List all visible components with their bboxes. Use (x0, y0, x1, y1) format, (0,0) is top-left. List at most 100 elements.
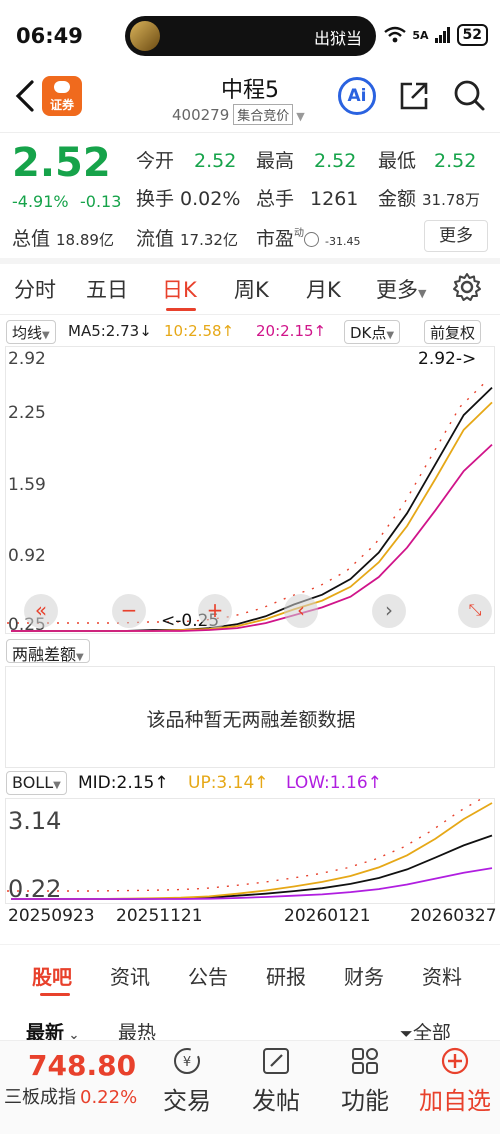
dk-point-selector[interactable]: DK点▼ (344, 320, 401, 344)
pe-dynamic-tag: 动 (294, 228, 305, 239)
ma-selector-label: 均线 (12, 324, 43, 342)
caret-down-icon: ▼ (53, 780, 61, 791)
high-cell: 最高 2.52 (256, 146, 356, 173)
trade-button[interactable]: ¥ 交易 (152, 1045, 222, 1116)
tab-more[interactable]: 更多▼ (376, 274, 426, 304)
float-cap-value: 17.32亿 (180, 231, 238, 249)
boll-plot (7, 799, 493, 900)
ma10-value: 10:2.58↑ (164, 322, 235, 340)
more-quote-button[interactable]: 更多 (424, 220, 488, 252)
open-cell: 今开 2.52 (136, 146, 236, 173)
share-icon[interactable] (398, 80, 430, 112)
market-cap-value: 18.89亿 (56, 231, 114, 249)
boll-selector-label: BOLL (12, 773, 54, 792)
gear-icon[interactable] (452, 272, 482, 302)
edit-icon (263, 1048, 289, 1074)
turnover-label: 换手 (136, 188, 175, 210)
tab-monthly-k[interactable]: 月K (306, 274, 341, 304)
tab-intraday[interactable]: 分时 (14, 274, 56, 304)
open-label: 今开 (136, 150, 175, 172)
volume-label: 总手 (256, 188, 295, 210)
kline-plot (7, 379, 493, 632)
dk-point-label: DK点 (350, 324, 387, 342)
add-watchlist-label: 加自选 (419, 1087, 491, 1115)
status-bar: 06:49 出狱当 5A 52 (0, 0, 500, 72)
volume-value: 1261 (310, 188, 359, 210)
ma-selector[interactable]: 均线▼ (6, 320, 56, 344)
post-button[interactable]: 发帖 (241, 1045, 311, 1116)
post-label: 发帖 (252, 1087, 300, 1115)
y-axis-label: 1.59 (8, 475, 46, 495)
y-axis-label: 2.92 (8, 349, 46, 369)
function-button[interactable]: 功能 (330, 1045, 400, 1116)
pe-value: -31.45 (325, 235, 361, 248)
date-label: 20260327 (410, 906, 497, 926)
battery-level: 52 (456, 24, 488, 46)
tab-announcements[interactable]: 公告 (188, 961, 228, 990)
pe-cell: 市盈动 -31.45 (256, 224, 360, 251)
boll-y-label: 3.14 (8, 807, 62, 835)
boll-selector[interactable]: BOLL▼ (6, 771, 67, 795)
zoom-in-icon[interactable]: + (198, 594, 232, 628)
adjustment-selector[interactable]: 前复权 (424, 320, 482, 344)
ma20-value: 20:2.15↑ (256, 322, 327, 340)
trade-label: 交易 (163, 1087, 211, 1115)
market-cap-label: 总值 (12, 228, 51, 250)
fullscreen-icon[interactable]: ⤡ (458, 594, 492, 628)
indicator-bar: 均线▼ MA5:2.73↓ 10:2.58↑ 20:2.15↑ DK点▼ 前复权 (0, 318, 500, 346)
dynamic-island[interactable]: 出狱当 (125, 16, 376, 56)
search-icon[interactable] (452, 78, 486, 112)
index-price[interactable]: 748.80 (28, 1049, 136, 1082)
volume-cell: 总手 1261 (256, 184, 358, 211)
kline-chart[interactable]: 2.92 2.25 1.59 0.92 0.25 2.92-> <-0.25 «… (5, 346, 495, 635)
market-cap-cell: 总值 18.89亿 (12, 224, 114, 251)
face-icon (304, 232, 320, 247)
ai-assistant-button[interactable]: Ai (338, 77, 376, 115)
amount-cell: 金额 31.78万 (378, 184, 480, 211)
tab-finance[interactable]: 财务 (344, 961, 384, 990)
amount-value: 31.78万 (422, 191, 480, 209)
change-percent: -4.91% (12, 192, 69, 211)
tab-daily-k[interactable]: 日K (162, 274, 197, 304)
tab-more-label: 更多 (376, 278, 418, 302)
tab-news[interactable]: 资讯 (110, 961, 150, 990)
tab-profile[interactable]: 资料 (422, 961, 462, 990)
tab-research[interactable]: 研报 (266, 961, 306, 990)
float-cap-label: 流值 (136, 228, 175, 250)
add-watchlist-button[interactable]: 加自选 (412, 1045, 498, 1116)
wifi-icon (384, 26, 407, 43)
bottom-bar: 748.80 三板成指 0.22% ¥ 交易 发帖 功能 加自选 (0, 1040, 500, 1134)
rewind-fast-icon[interactable]: « (24, 594, 58, 628)
date-label: 20260121 (284, 906, 371, 926)
max-price-marker: 2.92-> (418, 349, 477, 369)
index-summary[interactable]: 三板成指 0.22% (4, 1083, 137, 1109)
function-label: 功能 (341, 1087, 389, 1115)
index-change: 0.22% (80, 1087, 138, 1108)
active-tab-indicator (166, 308, 196, 311)
low-value: 2.52 (434, 150, 477, 172)
series-line-20 (11, 443, 493, 632)
series-line-mid (11, 834, 493, 900)
margin-header: 两融差额▼ (0, 638, 500, 664)
caret-down-icon: ▼ (386, 330, 395, 341)
boll-chart[interactable]: 3.14 0.22 (5, 798, 495, 904)
margin-selector[interactable]: 两融差额▼ (6, 639, 90, 664)
media-thumbnail (130, 21, 160, 51)
low-label: 最低 (378, 150, 417, 172)
tab-forum[interactable]: 股吧 (32, 961, 72, 990)
zoom-out-icon[interactable]: − (112, 594, 146, 628)
grid-icon (352, 1048, 378, 1074)
stock-code-line[interactable]: 400279 集合竞价 ▼ (172, 104, 305, 125)
tab-weekly-k[interactable]: 周K (234, 274, 269, 304)
turnover-value: 0.02% (180, 188, 241, 210)
svg-text:¥: ¥ (183, 1055, 191, 1070)
boll-y-label: 0.22 (8, 875, 62, 903)
plus-circle-icon (441, 1047, 469, 1075)
turnover-cell: 换手 0.02% (136, 184, 240, 211)
status-time: 06:49 (16, 24, 83, 48)
section-tabs: 股吧 资讯 公告 研报 财务 资料 (0, 944, 500, 1000)
tab-five-day[interactable]: 五日 (86, 274, 128, 304)
signal-icon (434, 27, 450, 43)
chevron-right-icon[interactable]: › (372, 594, 406, 628)
chevron-left-icon[interactable]: ‹ (284, 594, 318, 628)
